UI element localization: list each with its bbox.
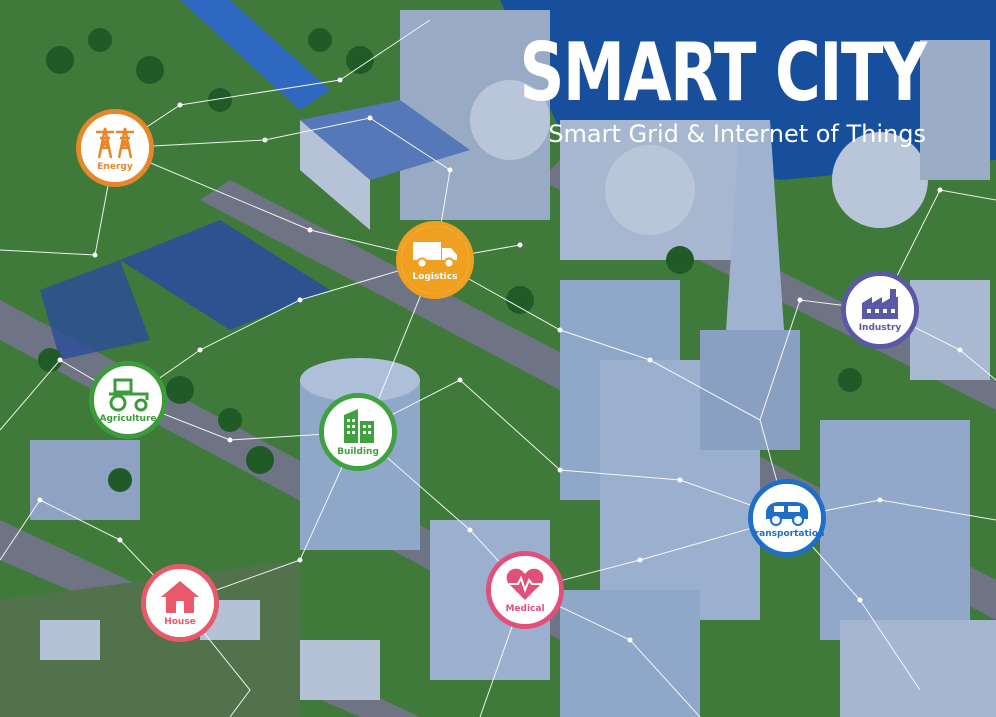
badge-medical-label: Medical — [505, 604, 545, 614]
badge-house: House — [141, 564, 219, 642]
office-building-icon — [344, 409, 374, 443]
badge-energy: Energy — [76, 109, 154, 187]
badge-agriculture: Agriculture — [89, 361, 167, 439]
title-block: SMART CITY Smart Grid & Internet of Thin… — [405, 26, 928, 149]
tractor-icon — [109, 378, 149, 412]
badge-house-label: House — [164, 617, 196, 627]
badge-transportation: Transportation — [748, 479, 826, 557]
house-icon — [161, 581, 199, 613]
badge-building: Building — [319, 393, 397, 471]
page-title: SMART CITY — [519, 26, 928, 119]
factory-icon — [862, 289, 898, 319]
smart-city-illustration: SMART CITY Smart Grid & Internet of Thin… — [0, 0, 996, 717]
badge-transportation-label: Transportation — [749, 529, 825, 539]
badge-logistics: Logistics — [396, 221, 474, 299]
power-tower-icon — [96, 127, 134, 159]
badge-medical: Medical — [486, 551, 564, 629]
car-icon — [766, 502, 808, 526]
badge-logistics-label: Logistics — [412, 272, 458, 282]
heartbeat-icon — [506, 568, 544, 600]
badge-agriculture-label: Agriculture — [99, 414, 157, 424]
truck-icon — [413, 242, 457, 269]
badge-building-label: Building — [337, 447, 379, 457]
badge-industry-label: Industry — [858, 323, 902, 333]
badge-energy-label: Energy — [97, 162, 133, 172]
page-subtitle: Smart Grid & Internet of Things — [548, 120, 926, 148]
badge-industry: Industry — [841, 271, 919, 349]
